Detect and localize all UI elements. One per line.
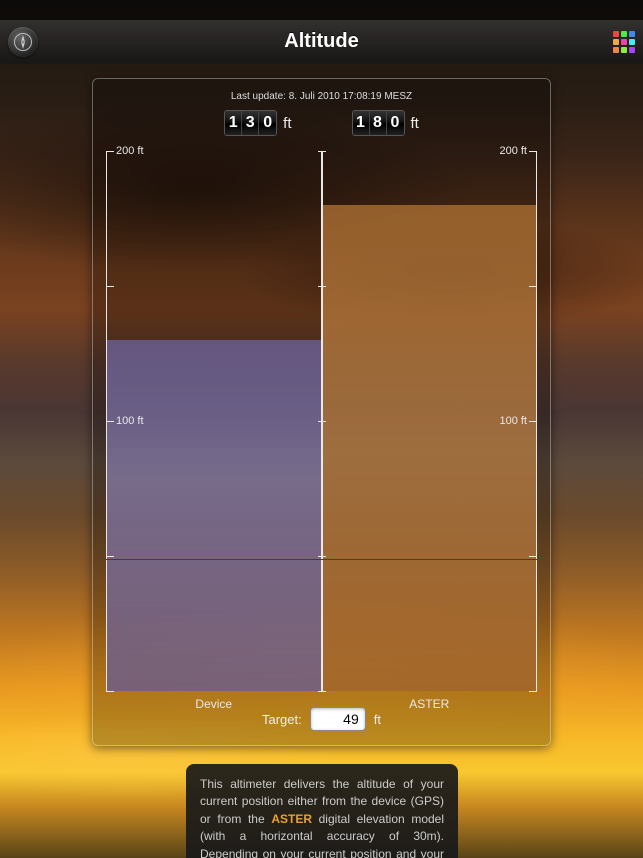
axis-tick [106, 691, 114, 692]
axis-tick [529, 691, 537, 692]
axis-tick [529, 556, 537, 557]
status-bar [0, 0, 643, 20]
odometer-digit: 0 [259, 111, 276, 135]
axis-tick [106, 286, 114, 287]
aster-readout: 180 ft [352, 110, 419, 136]
nav-bar: Altitude [0, 20, 643, 64]
odometer-digit: 1 [225, 111, 242, 135]
axis-tick [106, 151, 114, 152]
page-title: Altitude [284, 30, 358, 53]
axis-tick [529, 151, 537, 152]
palette-swatch [629, 39, 635, 45]
info-tooltip: This altimeter delivers the altitude of … [186, 764, 458, 858]
aster-readout-unit: ft [411, 115, 419, 132]
palette-swatch [621, 39, 627, 45]
palette-swatch [613, 39, 619, 45]
palette-swatch [613, 31, 619, 37]
bar-device [107, 340, 321, 691]
axis-tick [318, 151, 326, 152]
odometer-digit: 3 [242, 111, 259, 135]
axis-tick [318, 691, 326, 692]
axis-tick-label: 200 ft [499, 145, 527, 157]
last-update-text: Last update: 8. Juli 2010 17:08:19 MESZ [93, 91, 550, 102]
palette-swatch [629, 47, 635, 53]
target-line [106, 559, 537, 560]
axis-tick [106, 421, 114, 422]
odometer-digit: 8 [370, 111, 387, 135]
device-readout: 130 ft [224, 110, 291, 136]
target-unit: ft [374, 712, 381, 727]
axis-tick-label: 100 ft [116, 415, 144, 427]
target-label: Target: [262, 712, 302, 727]
palette-swatch [621, 47, 627, 53]
target-input[interactable] [310, 707, 366, 731]
bar-chart: Device ASTER 100 ft100 ft200 ft200 ft [106, 151, 537, 691]
axis-tick [318, 286, 326, 287]
palette-swatch [629, 31, 635, 37]
odometer-digit: 0 [387, 111, 404, 135]
compass-button[interactable] [8, 27, 38, 57]
axis-tick [318, 421, 326, 422]
axis-tick [529, 286, 537, 287]
axis-tick [529, 421, 537, 422]
compass-icon [13, 32, 33, 52]
apps-grid-button[interactable] [613, 31, 635, 53]
palette-swatch [621, 31, 627, 37]
bar-aster [323, 205, 537, 691]
axis-tick [318, 556, 326, 557]
chart-area: Device ASTER 100 ft100 ft200 ft200 ft [106, 151, 537, 691]
target-row: Target: ft [93, 707, 550, 731]
device-readout-digits: 130 [224, 110, 277, 136]
axis-tick-label: 200 ft [116, 145, 144, 157]
palette-swatch [613, 47, 619, 53]
axis-tick-label: 100 ft [499, 415, 527, 427]
odometer-digit: 1 [353, 111, 370, 135]
aster-readout-digits: 180 [352, 110, 405, 136]
axis-tick [106, 556, 114, 557]
info-highlight: ASTER [271, 812, 312, 826]
readouts-row: 130 ft 180 ft [93, 110, 550, 136]
altitude-panel: Last update: 8. Juli 2010 17:08:19 MESZ … [92, 78, 551, 746]
device-readout-unit: ft [283, 115, 291, 132]
